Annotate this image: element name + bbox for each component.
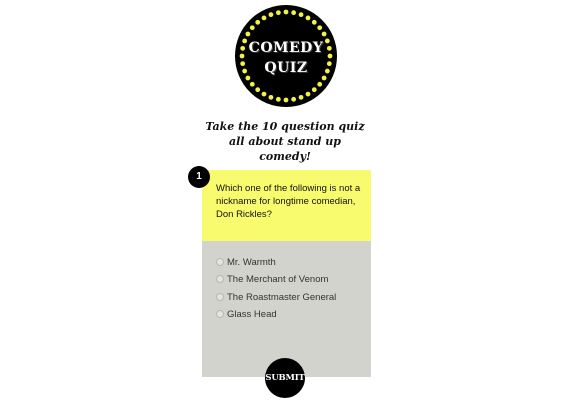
radio-button[interactable] — [216, 258, 224, 266]
option-mr-warmth[interactable]: Mr. Warmth — [216, 255, 276, 269]
option-label: Mr. Warmth — [227, 256, 276, 268]
option-roastmaster-general[interactable]: The Roastmaster General — [216, 290, 336, 304]
marquee-bulb — [291, 96, 297, 102]
marquee-bulb — [245, 31, 251, 37]
marquee-bulb — [261, 91, 267, 97]
marquee-bulb — [321, 31, 327, 37]
marquee-bulb — [311, 19, 317, 25]
answer-options: Mr. Warmth The Merchant of Venom The Roa… — [202, 241, 371, 377]
option-glass-head[interactable]: Glass Head — [216, 307, 277, 321]
marquee-bulb — [298, 12, 304, 18]
logo-title: COMEDY QUIZ — [235, 38, 337, 78]
marquee-bulb — [283, 9, 289, 15]
marquee-bulb — [268, 94, 274, 100]
option-label: Glass Head — [227, 308, 277, 320]
marquee-bulb — [268, 12, 274, 18]
question-header: Which one of the following is not a nick… — [202, 170, 371, 241]
option-label: The Roastmaster General — [227, 291, 337, 303]
marquee-bulb — [283, 97, 289, 103]
marquee-bulb — [275, 96, 281, 102]
marquee-bulb — [317, 25, 323, 31]
radio-button[interactable] — [216, 275, 224, 283]
marquee-bulb — [249, 81, 255, 87]
marquee-bulb — [291, 10, 297, 16]
marquee-bulb — [305, 91, 311, 97]
radio-button[interactable] — [216, 293, 224, 301]
option-label: The Merchant of Venom — [227, 273, 329, 285]
submit-button[interactable]: SUBMIT — [265, 358, 305, 398]
marquee-bulb — [255, 19, 261, 25]
question-number-badge: 1 — [188, 166, 210, 188]
marquee-bulb — [298, 94, 304, 100]
marquee-bulb — [275, 10, 281, 16]
logo-line-1: COMEDY — [248, 40, 324, 56]
question-text: Which one of the following is not a nick… — [216, 183, 361, 220]
marquee-bulb — [311, 87, 317, 93]
option-merchant-of-venom[interactable]: The Merchant of Venom — [216, 272, 328, 286]
logo-line-2: QUIZ — [264, 60, 308, 76]
radio-button[interactable] — [216, 310, 224, 318]
marquee-bulb — [317, 81, 323, 87]
marquee-bulb — [249, 25, 255, 31]
marquee-bulb — [305, 15, 311, 21]
question-card: Which one of the following is not a nick… — [188, 166, 371, 377]
comedy-quiz-logo: COMEDY QUIZ — [235, 5, 337, 107]
quiz-tagline: Take the 10 question quiz all about stan… — [205, 120, 365, 163]
marquee-bulb — [261, 15, 267, 21]
marquee-bulb — [255, 87, 261, 93]
